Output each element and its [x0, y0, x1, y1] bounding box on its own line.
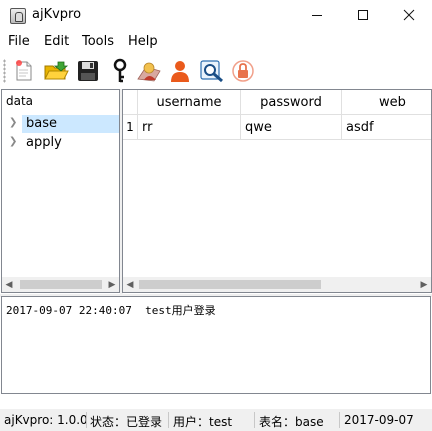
log-line: 2017-09-07 22:40:07 test用户登录 — [6, 304, 216, 317]
menu-bar: File Edit Tools Help — [0, 30, 432, 52]
tree-item-label: apply — [26, 135, 62, 150]
table-cell[interactable]: qwe — [241, 115, 342, 140]
expand-arrow-icon[interactable]: ❯ — [9, 117, 17, 128]
app-lock-icon — [10, 8, 26, 24]
search-button[interactable] — [198, 57, 226, 85]
lock-icon — [232, 60, 254, 82]
status-date: 2017-09-07 — [344, 413, 414, 427]
open-folder-icon — [44, 61, 69, 80]
menu-tools[interactable]: Tools — [82, 34, 114, 49]
close-button[interactable] — [386, 0, 432, 30]
tree-item-base[interactable]: ❯ base — [2, 115, 119, 133]
window-title: ajKvpro — [32, 7, 82, 22]
new-icon — [16, 60, 32, 81]
save-button[interactable] — [74, 57, 102, 85]
status-divider — [168, 412, 169, 428]
menu-file[interactable]: File — [8, 34, 30, 49]
scroll-right-icon[interactable]: ▶ — [105, 277, 119, 292]
expand-arrow-icon[interactable]: ❯ — [9, 136, 17, 147]
tree-header: data — [6, 94, 34, 108]
row-header[interactable]: 1 — [123, 115, 138, 140]
table-cell[interactable]: rr — [138, 115, 241, 140]
menu-help[interactable]: Help — [128, 34, 158, 49]
status-divider — [254, 412, 255, 428]
scroll-right-icon[interactable]: ▶ — [417, 277, 431, 292]
search-icon — [200, 60, 223, 83]
status-bar: ajKvpro: 1.0.0 状态：已登录 用户：test 表名：base 20… — [0, 409, 432, 431]
title-bar: ajKvpro — [0, 0, 432, 30]
scroll-left-icon[interactable]: ◀ — [123, 277, 137, 292]
maximize-button[interactable] — [340, 0, 386, 30]
scroll-thumb[interactable] — [139, 280, 321, 289]
tree-item-apply[interactable]: ❯ apply — [2, 134, 119, 152]
save-icon — [78, 61, 98, 81]
menu-edit[interactable]: Edit — [44, 34, 69, 49]
scroll-left-icon[interactable]: ◀ — [2, 277, 16, 292]
key-icon — [113, 58, 127, 83]
open-button[interactable] — [42, 57, 70, 85]
user-edit-icon — [137, 62, 161, 82]
lock-button[interactable] — [229, 57, 257, 85]
status-login-state: 状态：已登录 — [90, 415, 163, 429]
status-user: 用户：test — [173, 415, 233, 429]
scroll-thumb[interactable] — [20, 280, 102, 289]
user-icon — [171, 61, 189, 82]
table-corner[interactable] — [123, 90, 138, 115]
tree-horizontal-scrollbar[interactable]: ◀ ▶ — [2, 277, 119, 292]
new-button[interactable] — [10, 57, 38, 85]
toolbar-grip[interactable] — [3, 59, 6, 83]
column-header-web[interactable]: web — [342, 90, 431, 115]
log-panel[interactable]: 2017-09-07 22:40:07 test用户登录 — [1, 296, 431, 394]
status-table-name: 表名：base — [259, 415, 324, 429]
table-horizontal-scrollbar[interactable]: ◀ ▶ — [123, 277, 431, 292]
status-divider — [339, 412, 340, 428]
user-edit-button[interactable] — [135, 57, 163, 85]
maximize-icon — [358, 10, 368, 20]
column-header-username[interactable]: username — [138, 90, 241, 115]
data-table[interactable]: username password web 1 rr qwe asdf ◀ ▶ — [122, 89, 432, 293]
key-button[interactable] — [106, 57, 134, 85]
tree-panel[interactable]: data ❯ base ❯ apply ◀ ▶ — [1, 89, 120, 293]
tree-item-label: base — [22, 115, 119, 133]
status-version: ajKvpro: 1.0.0 — [4, 413, 88, 427]
column-header-password[interactable]: password — [241, 90, 342, 115]
content-area: data ❯ base ❯ apply ◀ ▶ username passwor… — [0, 89, 432, 294]
table-cell[interactable]: asdf — [342, 115, 431, 140]
close-icon — [403, 9, 415, 21]
minimize-icon — [312, 14, 322, 16]
minimize-button[interactable] — [294, 0, 340, 30]
toolbar — [0, 53, 432, 89]
user-button[interactable] — [166, 57, 194, 85]
status-divider — [86, 412, 87, 428]
